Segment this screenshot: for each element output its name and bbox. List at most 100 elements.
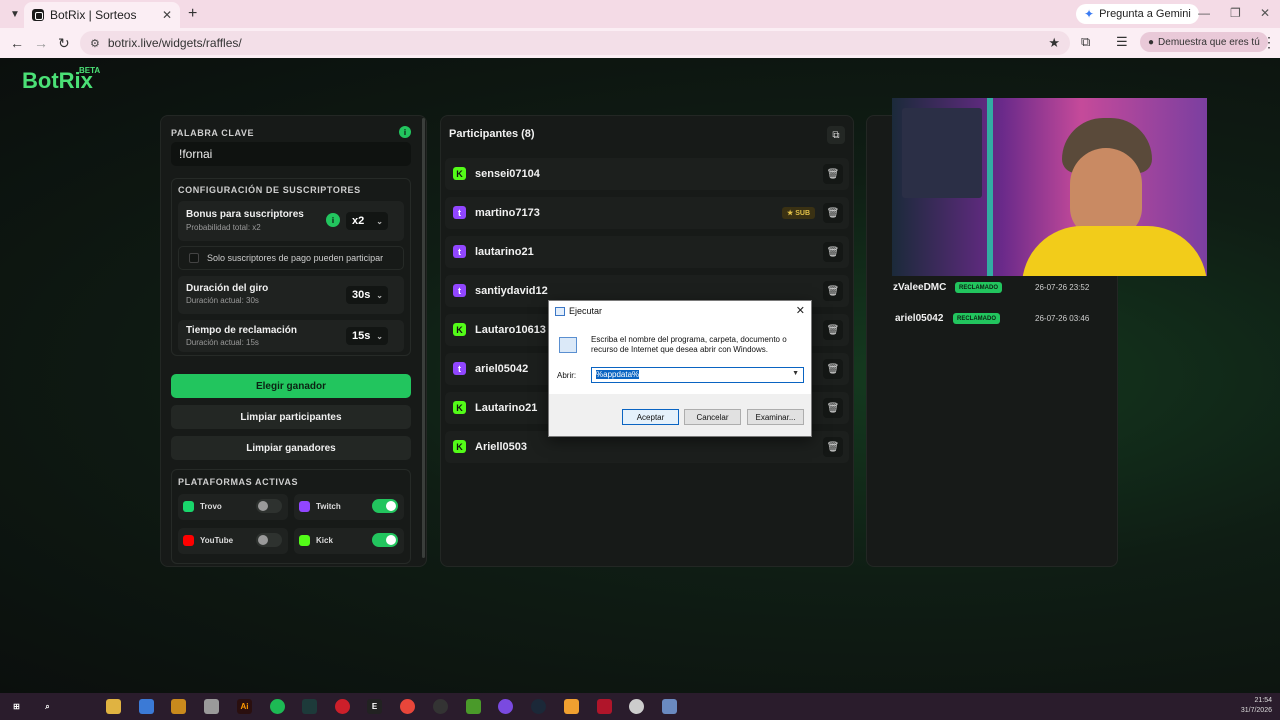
minimize-icon[interactable]: — [1198,6,1210,20]
app-icon[interactable] [597,699,612,714]
keyword-input[interactable]: !fornai [171,142,411,166]
chevron-down-icon: ⌄ [376,331,383,341]
bonus-info-icon[interactable]: i [326,213,340,227]
back-icon[interactable]: ← [10,35,24,51]
chevron-down-icon[interactable]: ▼ [792,370,799,377]
url-bar[interactable]: ⚙ botrix.live/widgets/raffles/ ★ [80,31,1070,55]
run-browse-button[interactable]: Examinar... [747,409,804,425]
new-tab-icon[interactable]: + [188,5,197,23]
app-icon[interactable] [629,699,644,714]
forward-icon[interactable]: → [34,35,48,51]
youtube-icon [183,535,194,546]
only-subs-checkbox[interactable] [189,253,199,263]
run-ok-button[interactable]: Aceptar [622,409,679,425]
twitch-toggle[interactable] [372,499,398,513]
kick-icon: K [453,440,466,453]
gemini-label: Pregunta a Gemini [1099,8,1191,20]
twitch-icon: t [453,206,466,219]
spin-duration-subtitle: Duración actual: 30s [186,296,259,305]
app-icon[interactable] [204,699,219,714]
file-explorer-icon[interactable] [106,699,121,714]
webcam-overlay [892,98,1207,276]
botrix-favicon-icon [32,9,44,21]
participant-name: Lautarino21 [475,402,538,414]
kick-icon [299,535,310,546]
trash-icon[interactable]: 🗑 [823,203,843,223]
trovo-toggle[interactable] [256,499,282,513]
app-icon[interactable] [171,699,186,714]
kick-toggle[interactable] [372,533,398,547]
participant-name: lautarino21 [475,246,534,258]
clear-winners-button[interactable]: Limpiar ganadores [171,436,411,460]
keyword-info-icon[interactable]: i [399,126,411,138]
chevron-down-icon: ⌄ [376,216,383,226]
browser-menu-icon[interactable]: ⋮ [1262,34,1276,51]
raffle-config-panel: PALABRA CLAVE i !fornai CONFIGURACIÓN DE… [160,115,427,567]
browser-tab[interactable]: BotRix | Sorteos ✕ [24,2,180,28]
run-taskbar-icon[interactable] [662,699,677,714]
claim-time-select[interactable]: 15s ⌄ [346,327,388,345]
trash-icon[interactable]: 🗑 [823,398,843,418]
run-close-icon[interactable]: ✕ [796,304,805,317]
reload-icon[interactable]: ↻ [58,35,70,52]
discord-icon[interactable] [498,699,513,714]
bookmark-star-icon[interactable]: ★ [1048,35,1060,51]
illustrator-icon[interactable]: Ai [237,699,252,714]
taskbar-clock[interactable]: 21:54 31/7/2026 [1241,696,1272,716]
maximize-icon[interactable]: ❐ [1230,6,1241,20]
start-icon[interactable]: ⊞ [9,699,24,714]
chrome-icon[interactable] [400,699,415,714]
tab-close-icon[interactable]: ✕ [162,8,172,22]
platform-trovo: Trovo [178,494,288,520]
gemini-icon: ✦ [1084,7,1095,21]
run-cancel-button[interactable]: Cancelar [684,409,741,425]
only-subs-row[interactable]: Solo suscriptores de pago pueden partici… [178,246,404,270]
window-close-icon[interactable]: ✕ [1260,6,1270,20]
trash-icon[interactable]: 🗑 [823,320,843,340]
run-titlebar[interactable]: Ejecutar ✕ [549,301,811,323]
beta-badge: BETA [79,66,101,75]
spin-duration-select[interactable]: 30s ⌄ [346,286,388,304]
claim-time-row: Tiempo de reclamación Duración actual: 1… [178,320,404,352]
config-scrollbar[interactable] [422,118,425,558]
participant-name: ariel05042 [475,363,529,375]
participant-name: Lautaro10613 [475,324,546,336]
trash-icon[interactable]: 🗑 [823,437,843,457]
opera-icon[interactable] [335,699,350,714]
profile-button[interactable]: ● Demuestra que eres tú [1140,32,1268,52]
platforms-section: PLATAFORMAS ACTIVAS Trovo Twitch YouTube… [171,469,411,564]
webcam-shirt [1022,226,1207,276]
run-open-input[interactable]: %appdata% ▼ [591,367,804,383]
minecraft-icon[interactable] [466,699,481,714]
spin-duration-row: Duración del giro Duración actual: 30s 3… [178,276,404,314]
app-icon[interactable] [139,699,154,714]
youtube-toggle[interactable] [256,533,282,547]
spotify-icon[interactable] [270,699,285,714]
gemini-button[interactable]: ✦ Pregunta a Gemini [1076,4,1199,24]
extensions-icon[interactable]: ⧉ [1081,34,1090,50]
app-icon[interactable] [302,699,317,714]
epic-games-icon[interactable]: E [367,699,382,714]
app-icon[interactable] [433,699,448,714]
trash-icon[interactable]: 🗑 [823,359,843,379]
site-info-icon[interactable]: ⚙ [90,37,100,50]
run-program-icon [559,337,577,353]
url-text: botrix.live/widgets/raffles/ [107,36,242,50]
search-icon[interactable]: ⌕ [40,699,55,714]
bonus-select[interactable]: x2 ⌄ [346,212,388,230]
claim-time-value: 15s [352,330,371,342]
trash-icon[interactable]: 🗑 [823,281,843,301]
reading-list-icon[interactable]: ☰ [1116,34,1128,50]
tab-search-icon[interactable]: ▼ [4,3,26,25]
clear-participants-button[interactable]: Limpiar participantes [171,405,411,429]
run-description: Escriba el nombre del programa, carpeta,… [591,335,787,354]
trash-icon[interactable]: 🗑 [823,164,843,184]
participant-row: K sensei07104 🗑 [445,158,849,190]
app-icon[interactable] [564,699,579,714]
steam-icon[interactable] [531,699,546,714]
pick-winner-button[interactable]: Elegir ganador [171,374,411,398]
trash-icon[interactable]: 🗑 [823,242,843,262]
twitch-icon: t [453,284,466,297]
kick-icon: K [453,323,466,336]
copy-icon[interactable]: ⧉ [827,126,845,144]
